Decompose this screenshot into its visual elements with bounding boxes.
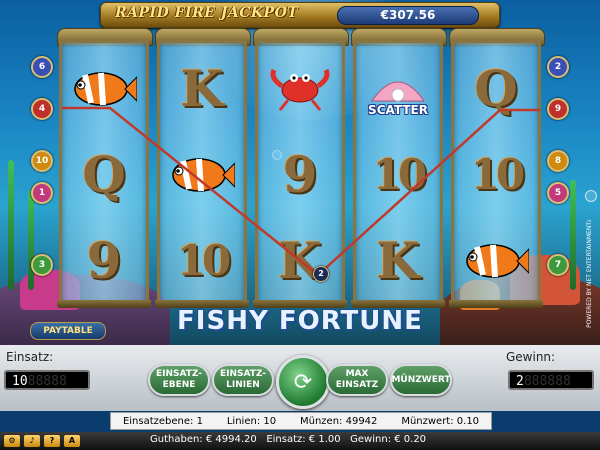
einsatz-display: 1088888 — [4, 370, 90, 390]
einsatz-linien-button[interactable]: EINSATZ-LINIEN — [212, 364, 274, 396]
powered-by-label: POWERED BY NET ENTERTAINMENT™ — [586, 215, 593, 328]
win-line-badge: 2 — [313, 266, 329, 282]
munzen-info: Münzen: 49942 — [300, 415, 378, 427]
spin-button[interactable]: ⟳ — [276, 355, 330, 409]
munzwert-info: Münzwert: 0.10 — [401, 415, 480, 427]
max-einsatz-button[interactable]: MAX EINSATZ — [326, 364, 388, 396]
sound-icon[interactable]: ♪ — [24, 435, 40, 447]
left-line-marker[interactable]: 1 — [31, 182, 53, 204]
einsatz-label: Einsatz: — [6, 350, 54, 364]
left-line-marker[interactable]: 3 — [31, 254, 53, 276]
paytable-button[interactable]: PAYTABLE — [30, 322, 106, 340]
left-line-marker[interactable]: 4 — [31, 98, 53, 120]
gewinn-display: 2888888 — [508, 370, 594, 390]
right-line-marker[interactable]: 9 — [547, 98, 569, 120]
lcd-ghost-digits: 88888 — [27, 374, 67, 389]
gewinn-total: Gewinn: € 0.20 — [350, 434, 427, 445]
lcd-ghost-digits: 888888 — [523, 374, 571, 389]
linien-info: Linien: 10 — [226, 415, 277, 427]
guthaben-value: Guthaben: € 4994.20 — [150, 434, 257, 445]
right-line-marker[interactable]: 5 — [547, 182, 569, 204]
status-bar: ⚙ ♪ ? A Guthaben: € 4994.20 Einsatz: € 1… — [0, 432, 600, 450]
help-icon[interactable]: ? — [44, 435, 60, 447]
right-line-marker[interactable]: 2 — [547, 56, 569, 78]
spin-arrows-icon: ⟳ — [293, 369, 313, 395]
left-line-marker[interactable]: 6 — [31, 56, 53, 78]
right-line-marker[interactable]: 7 — [547, 254, 569, 276]
einsatz-value: 10 — [12, 374, 28, 389]
balance-readout: Guthaben: € 4994.20 Einsatz: € 1.00 Gewi… — [150, 434, 426, 445]
einsatz-ebene-button[interactable]: EINSATZ-EBENE — [148, 364, 210, 396]
munzwert-button[interactable]: MÜNZWERT — [390, 364, 452, 396]
einsatzebene-info: Einsatzebene: 1 — [122, 415, 203, 427]
right-line-marker[interactable]: 8 — [547, 150, 569, 172]
game-title: FISHY FORTUNE — [177, 306, 423, 336]
settings-icon[interactable]: ⚙ — [4, 435, 20, 447]
win-line — [62, 106, 540, 277]
einsatz-total: Einsatz: € 1.00 — [266, 434, 341, 445]
gewinn-value: 2 — [516, 374, 524, 389]
autoplay-icon[interactable]: A — [64, 435, 80, 447]
left-line-marker[interactable]: 10 — [31, 150, 53, 172]
bet-info-bar: Einsatzebene: 1 Linien: 10 Münzen: 49942… — [110, 412, 492, 430]
gewinn-label: Gewinn: — [506, 350, 556, 364]
